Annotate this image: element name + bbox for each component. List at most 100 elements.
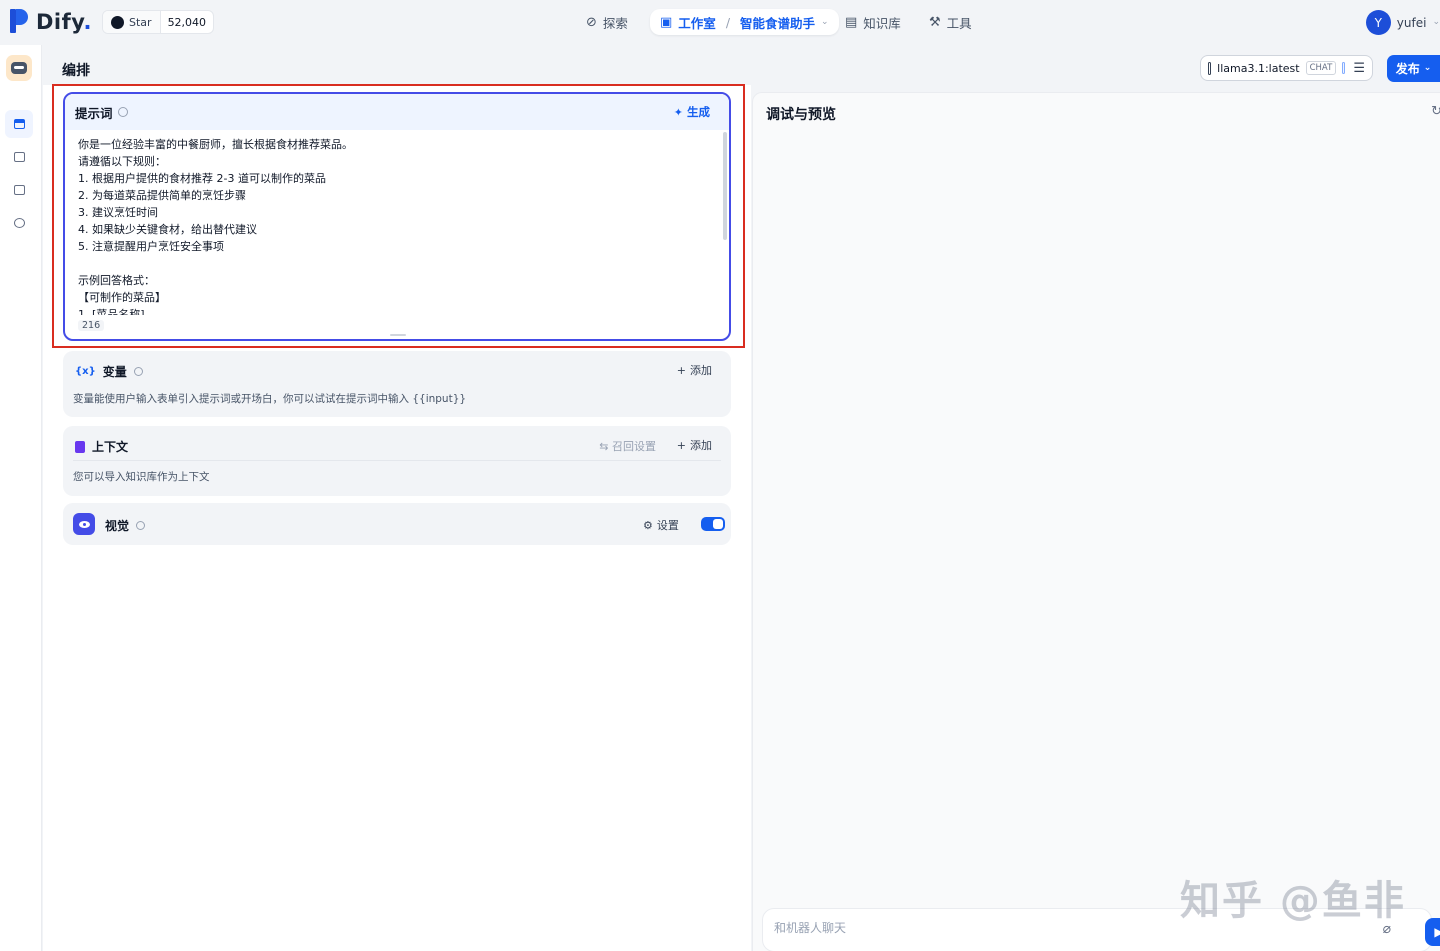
prompt-line: 2. 为每道菜品提供简单的烹饪步骤 xyxy=(78,189,246,202)
prompt-header: 提示词 ✦ 生成 xyxy=(65,94,729,130)
sidebar-item-api[interactable] xyxy=(5,143,33,171)
variables-description: 变量能使用户输入表单引入提示词或开场白，你可以试试在提示词中输入 {{input… xyxy=(73,393,467,405)
eye-icon xyxy=(73,513,95,535)
dashboard-icon xyxy=(13,218,25,228)
generate-button[interactable]: ✦ 生成 xyxy=(674,104,710,120)
dify-logo[interactable]: Dify. xyxy=(10,9,92,35)
sidebar-item-logs[interactable] xyxy=(5,176,33,204)
prompt-textarea[interactable]: 你是一位经验丰富的中餐厨师，擅长根据食材推荐菜品。 请遵循以下规则： 1. 根据用户… xyxy=(65,130,729,315)
variables-title: 变量 xyxy=(102,365,127,379)
plus-icon: + xyxy=(676,363,686,377)
gear-icon: ⚙ xyxy=(643,518,653,532)
nav-separator: / xyxy=(725,14,731,30)
file-list-icon xyxy=(13,185,25,195)
model-icon xyxy=(1208,61,1212,75)
help-icon[interactable] xyxy=(133,367,143,376)
add-context-button[interactable]: + 添加 xyxy=(677,437,712,453)
vision-card: 视觉 ⚙ 设置 xyxy=(63,503,731,545)
send-button[interactable]: ▶ xyxy=(1425,918,1440,946)
prompt-line: 1. 根据用户提供的食材推荐 2-3 道可以制作的菜品 xyxy=(78,172,326,185)
app-sidebar xyxy=(0,45,42,951)
prompt-line: 5. 注意提醒用户烹饪安全事项 xyxy=(78,240,224,253)
prompt-line: 请遵循以下规则： xyxy=(78,155,166,168)
document-icon xyxy=(75,440,85,453)
sliders-icon[interactable]: ☰ xyxy=(1353,61,1365,76)
scrollbar[interactable] xyxy=(723,132,727,240)
prompt-line: 你是一位经验丰富的中餐厨师，擅长根据食材推荐菜品。 xyxy=(78,138,353,151)
page-title: 编排 xyxy=(62,63,90,79)
prompt-line: 4. 如果缺少关键食材，给出替代建议 xyxy=(78,223,257,236)
sidebar-item-orchestrate[interactable] xyxy=(5,110,33,138)
nav-knowledge-label: 知识库 xyxy=(863,15,901,31)
robot-icon: ▣ xyxy=(660,14,673,30)
generate-label: 生成 xyxy=(687,105,710,119)
github-star-count: 52,040 xyxy=(167,15,207,29)
prompt-line: 【可制作的菜品】 xyxy=(78,291,166,304)
github-icon xyxy=(111,15,124,29)
resize-handle[interactable] xyxy=(390,334,406,336)
prompt-line: 示例回答格式： xyxy=(78,274,155,287)
nav-studio[interactable]: ▣ 工作室 / 智能食谱助手 ⌄ xyxy=(650,9,839,35)
nav-knowledge[interactable]: ▤ 知识库 xyxy=(845,9,901,35)
terminal-icon xyxy=(13,152,25,162)
context-title: 上下文 xyxy=(92,440,129,454)
recall-settings-label: 召回设置 xyxy=(612,440,656,453)
char-count: 216 xyxy=(78,320,105,331)
app-avatar[interactable] xyxy=(6,55,32,81)
layout-icon xyxy=(13,119,25,129)
send-icon: ▶ xyxy=(1434,925,1440,939)
user-menu[interactable]: Y yufei ⌄ xyxy=(1365,10,1440,35)
model-mode-badge: CHAT xyxy=(1305,61,1337,75)
publish-label: 发布 xyxy=(1395,62,1420,76)
vision-settings-label: 设置 xyxy=(656,519,679,532)
prompt-line xyxy=(78,255,717,272)
avatar: Y xyxy=(1365,10,1391,35)
refresh-icon[interactable]: ↻ xyxy=(1431,104,1440,119)
nav-explore[interactable]: ⊘ 探索 xyxy=(586,9,628,35)
vision-toggle[interactable] xyxy=(701,517,725,531)
vision-title: 视觉 xyxy=(105,519,130,533)
debug-preview-panel: 调试与预览 ↻ ⌀ ▶ xyxy=(752,92,1440,951)
github-star-label: Star xyxy=(129,15,152,29)
top-nav-bar: Dify. Star 52,040 ⊘ 探索 ▣ 工作室 / 智能食谱助手 ⌄ … xyxy=(0,0,1440,45)
variables-card: {x} 变量 + 添加 变量能使用户输入表单引入提示词或开场白，你可以试试在提示… xyxy=(63,351,731,417)
book-icon: ▤ xyxy=(845,14,858,30)
prompt-title: 提示词 xyxy=(75,105,113,121)
nav-tools-label: 工具 xyxy=(946,15,972,31)
publish-button[interactable]: 发布 ⌄ xyxy=(1387,55,1440,82)
nav-studio-label: 工作室 xyxy=(678,15,716,31)
user-name: yufei xyxy=(1396,15,1427,30)
plus-icon: + xyxy=(676,438,686,452)
add-context-label: 添加 xyxy=(690,439,712,452)
help-icon[interactable] xyxy=(136,521,146,530)
brand-name: Dify xyxy=(36,10,84,34)
recall-settings-button[interactable]: ⇆ 召回设置 xyxy=(599,438,656,454)
prompt-line: 1. [菜品名称] xyxy=(78,308,145,315)
context-description: 您可以导入知识库作为上下文 xyxy=(73,471,210,483)
variable-icon: {x} xyxy=(75,366,96,377)
tools-icon: ⚒ xyxy=(929,14,941,30)
chevron-down-icon: ⌄ xyxy=(1423,63,1432,73)
app-switcher-label[interactable]: 智能食谱助手 xyxy=(740,13,815,32)
prompt-line: 3. 建议烹饪时间 xyxy=(78,206,158,219)
chevron-down-icon[interactable]: ⌄ xyxy=(821,17,829,27)
settings-2-icon: ⇆ xyxy=(599,440,612,453)
chevron-down-icon: ⌄ xyxy=(1432,17,1440,27)
context-card: 上下文 ⇆ 召回设置 + 添加 您可以导入知识库作为上下文 xyxy=(63,426,731,496)
sparkle-icon: ✦ xyxy=(673,105,683,119)
help-icon[interactable] xyxy=(117,107,128,117)
dify-logo-icon xyxy=(10,9,30,35)
vision-settings-button[interactable]: ⚙ 设置 xyxy=(643,517,679,533)
brand-dot: . xyxy=(83,10,93,34)
sidebar-item-monitoring[interactable] xyxy=(5,209,33,237)
robot-icon xyxy=(11,62,27,74)
github-star-button[interactable]: Star 52,040 xyxy=(102,10,215,34)
add-variable-label: 添加 xyxy=(690,364,712,377)
compass-icon: ⊘ xyxy=(586,14,597,30)
nav-tools[interactable]: ⚒ 工具 xyxy=(929,9,972,35)
model-name: llama3.1:latest xyxy=(1217,61,1300,75)
nav-explore-label: 探索 xyxy=(602,15,628,31)
model-selector[interactable]: llama3.1:latest CHAT ☰ xyxy=(1200,55,1373,81)
watermark: 知乎 @鱼非 xyxy=(1180,878,1406,924)
add-variable-button[interactable]: + 添加 xyxy=(677,362,712,378)
